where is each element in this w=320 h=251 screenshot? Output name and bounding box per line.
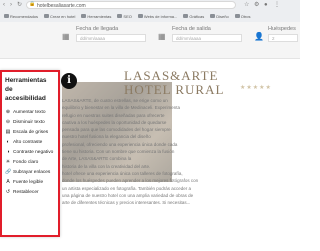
link-underline-icon: 🔗 (5, 169, 12, 175)
accessibility-option-label: Escala de grises (13, 129, 49, 135)
checkout-input[interactable]: dd/mm/aaaa (172, 34, 242, 42)
accessibility-option-label: Fuente legible (13, 179, 44, 185)
folder-icon (137, 14, 143, 18)
bookmark-label: Webs de informa... (143, 13, 178, 19)
description-line: nuestro hotel fusiona la elegancia del d… (62, 134, 151, 140)
accessibility-option-label: Alto contraste (13, 139, 43, 145)
accessibility-option-label: Restablecer (13, 189, 39, 195)
calendar-icon: ▦ (158, 32, 166, 41)
description-line: arte de diferentes técnicas y precios in… (62, 200, 191, 206)
guests-field: Huéspedes 2 (262, 22, 300, 44)
accessibility-title: Herramientas de accesibilidad (5, 77, 47, 102)
description-line: LASAS&ARTE, de cuatro estrellas, se erig… (62, 98, 168, 103)
rating-stars: ★★★★★ (240, 85, 272, 91)
guests-label: Huéspedes (268, 26, 296, 32)
checkout-field: Fecha de salida dd/mm/aaaa (166, 22, 256, 44)
checkin-field: Fecha de llegada dd/mm/aaaa (70, 22, 160, 44)
bookmark-label: Gráficas (189, 13, 205, 19)
bookmark-label: SEO (123, 13, 132, 19)
accessibility-options: ⊕ Aumentar texto ⊖ Disminuir texto ▤ Escala d… (2, 107, 58, 197)
accessibility-option[interactable]: ⊖ Disminuir texto (5, 117, 58, 127)
description-line: historia de la villa con la creatividad … (62, 163, 151, 169)
bookmark[interactable]: Recomendados (2, 14, 40, 19)
bookmark[interactable]: Crear en hotel (42, 14, 77, 19)
accessibility-option[interactable]: A Fuente legible (5, 177, 58, 187)
forward-icon[interactable]: › (10, 2, 16, 8)
folder-icon (210, 14, 216, 18)
bookmark-label: Otros (240, 13, 251, 19)
star-icon[interactable]: ☆ (244, 2, 250, 8)
bookmark[interactable]: Webs de informa... (136, 14, 180, 19)
grayscale-icon: ▤ (5, 129, 11, 135)
folder-icon (117, 14, 123, 18)
folder-icon (81, 14, 87, 18)
menu-icon[interactable]: ⋮ (274, 2, 280, 8)
bookmark-label: Recomendados (10, 13, 39, 19)
address-bar[interactable]: hotelbesaliasarte.com (26, 1, 236, 9)
hotel-description: LASAS&ARTE, de cuatro estrellas, se erig… (62, 97, 294, 206)
checkout-label: Fecha de salida (172, 26, 211, 32)
description-line: un artista especializado en fotografía. … (62, 185, 191, 191)
bookmark-label: Crear en hotel (50, 13, 76, 19)
guests-input[interactable]: 2 (268, 34, 298, 42)
bookmark-label: Herramientas (87, 13, 112, 19)
accessibility-option[interactable]: ◐ Alto contraste (5, 137, 58, 147)
accessibility-toggle-icon[interactable]: i (61, 73, 77, 89)
checkin-label: Fecha de llegada (76, 26, 119, 32)
accessibility-option[interactable]: 🔗 Subrayar enlaces (5, 167, 58, 177)
folder-icon (234, 14, 240, 18)
calendar-icon: ▦ (62, 32, 70, 41)
zoom-in-icon: ⊕ (5, 109, 11, 115)
bookmark-label: Diseño (216, 13, 229, 19)
description-line: donde los huéspedes pueden aprender a lo… (62, 178, 199, 184)
description-line: pensada para que las comodidades del hog… (62, 127, 171, 133)
description-line: de Arte, LASAS&ARTE combina la (62, 156, 132, 162)
reset-icon: ↺ (5, 189, 11, 195)
hotel-title-line2: HOTEL RURAL (124, 82, 225, 97)
description-line: profesional, ofreciendo una experiencia … (62, 141, 178, 147)
url-text: hotelbesaliasarte.com (37, 3, 86, 9)
accessibility-option[interactable]: ⊕ Aumentar texto (5, 107, 58, 117)
description-line: equilibrio y bienestar en la villa de Me… (62, 105, 181, 111)
bookmark[interactable]: Otros (233, 14, 253, 19)
contrast-icon: ◐ (6, 139, 10, 145)
url-row: ‹ › ↻ hotelbesaliasarte.com 🔒 ☆ ⚙ ● ⋮ (0, 0, 300, 11)
bookmark[interactable]: Diseño (208, 14, 230, 19)
profile-icon[interactable]: ● (264, 2, 270, 8)
booking-band: Fecha de llegada dd/mm/aaaa ▦ Fecha de s… (0, 22, 300, 59)
zoom-out-icon: ⊖ (5, 119, 11, 125)
extensions-icon[interactable]: ⚙ (254, 2, 260, 8)
bookmark[interactable]: Herramientas (79, 14, 113, 19)
reload-icon[interactable]: ↻ (17, 2, 23, 8)
accessibility-panel: Herramientas de accesibilidad ⊕ Aumentar … (0, 70, 60, 237)
description-line: cautiva a los huéspedes la oportunidad d… (62, 119, 167, 125)
accessibility-option[interactable]: ☀ Fondo claro (5, 157, 58, 167)
light-bg-icon: ☀ (5, 159, 11, 165)
user-icon: 👤 (254, 32, 264, 41)
description-line: tiene su historia. Con un nombre que com… (62, 149, 175, 155)
folder-icon (44, 14, 50, 18)
accessibility-option-label: Subrayar enlaces (13, 169, 51, 175)
folder-icon (183, 14, 189, 18)
accessibility-option-label: Disminuir texto (13, 119, 45, 125)
browser-chrome: ‹ › ↻ hotelbesaliasarte.com 🔒 ☆ ⚙ ● ⋮ Re… (0, 0, 300, 23)
readable-font-icon: A (6, 179, 10, 185)
folder-icon (4, 14, 9, 18)
bookmarks-bar: Recomendados Crear en hotel Herramientas… (0, 11, 300, 21)
back-icon[interactable]: ‹ (3, 2, 9, 8)
description-line: refugio en nuestras suites diseñadas par… (62, 112, 165, 118)
accessibility-option[interactable]: ▤ Escala de grises (5, 127, 58, 137)
checkin-input[interactable]: dd/mm/aaaa (76, 34, 146, 42)
accessibility-option-label: Fondo claro (13, 159, 39, 165)
accessibility-option[interactable]: ◑ Contraste negativo (5, 147, 58, 157)
accessibility-option-label: Contraste negativo (13, 149, 54, 155)
description-line: una página de nuestro hotel con una ampl… (62, 192, 194, 198)
negative-contrast-icon: ◑ (6, 149, 10, 155)
accessibility-option-label: Aumentar texto (13, 109, 46, 115)
description-line: hotel ofrece una experiencia única con t… (62, 170, 183, 176)
lock-icon: 🔒 (29, 1, 36, 7)
bookmark[interactable]: SEO (115, 14, 133, 19)
accessibility-option[interactable]: ↺ Restablecer (5, 187, 58, 197)
bookmark[interactable]: Gráficas (181, 14, 206, 19)
